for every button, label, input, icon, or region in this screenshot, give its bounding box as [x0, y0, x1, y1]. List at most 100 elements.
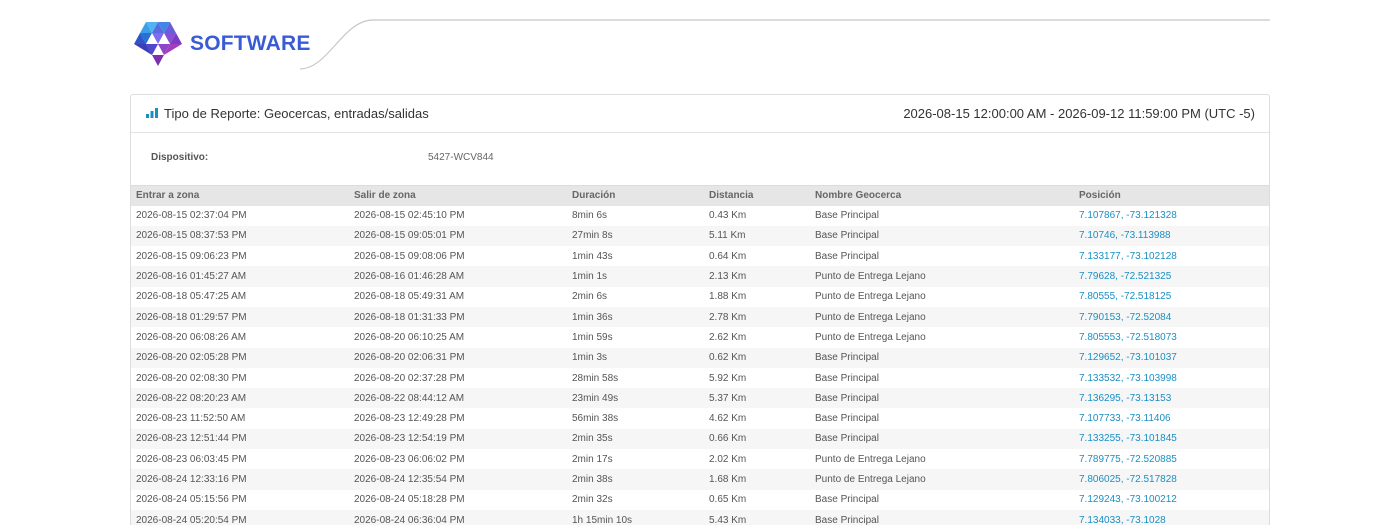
cell-geofence-name: Base Principal: [815, 250, 879, 262]
cell-distance: 0.62 Km: [704, 347, 810, 368]
col-header-distance[interactable]: Distancia: [704, 185, 810, 206]
cell-exit-zone: 2026-08-24 12:35:54 PM: [349, 469, 567, 490]
brand-logo[interactable]: SOFTWARE: [132, 20, 311, 68]
cell-enter-zone: 2026-08-15 08:37:53 PM: [131, 225, 349, 247]
cell-exit-zone: 2026-08-20 02:06:31 PM: [349, 347, 567, 368]
cell-distance: 0.65 Km: [709, 494, 747, 506]
cell-exit-zone: 2026-08-15 02:45:10 PM: [354, 210, 465, 222]
cell-duration: 2min 32s: [572, 494, 613, 506]
position-link[interactable]: 7.107733, -73.11406: [1074, 408, 1269, 428]
cell-duration: 27min 8s: [567, 225, 704, 247]
report-type-title: Tipo de Reporte: Geocercas, entradas/sal…: [164, 106, 429, 121]
cell-duration: 56min 38s: [572, 413, 619, 425]
page-header: SOFTWARE: [0, 0, 1400, 80]
position-link[interactable]: 7.806025, -72.517828: [1074, 469, 1269, 490]
cell-duration: 2min 17s: [572, 453, 613, 465]
cell-distance: 5.43 Km: [704, 509, 810, 525]
cell-distance: 0.43 Km: [709, 210, 747, 222]
cell-enter-zone: 2026-08-18 05:47:25 AM: [136, 291, 247, 303]
cell-geofence-name: Punto de Entrega Lejano: [810, 469, 1074, 490]
position-link[interactable]: 7.10746, -73.113988: [1074, 225, 1269, 247]
geofence-table: Entrar a zona Salir de zona Duración Dis…: [131, 185, 1269, 525]
cell-exit-zone: 2026-08-18 01:31:33 PM: [349, 306, 567, 328]
table-row: 2026-08-15 02:37:04 PM 2026-08-15 02:45:1…: [131, 206, 1269, 226]
cell-duration: 1min 3s: [567, 347, 704, 368]
cell-distance: 0.64 Km: [709, 250, 747, 262]
cell-enter-zone: 2026-08-24 12:33:16 PM: [131, 469, 349, 490]
cell-distance: 1.88 Km: [709, 291, 747, 303]
cell-geofence-name: Base Principal: [810, 225, 1074, 247]
col-header-enter-zone[interactable]: Entrar a zona: [131, 185, 349, 206]
cell-geofence-name: Base Principal: [815, 210, 879, 222]
position-link[interactable]: 7.133255, -73.101845: [1074, 428, 1269, 450]
report-date-range: 2026-08-15 12:00:00 AM - 2026-09-12 11:5…: [903, 106, 1255, 121]
position-link[interactable]: 7.133177, -73.102128: [1074, 246, 1269, 266]
cell-exit-zone: 2026-08-24 05:18:28 PM: [354, 494, 465, 506]
position-link[interactable]: 7.134033, -73.1028: [1074, 509, 1269, 525]
position-link[interactable]: 7.129652, -73.101037: [1074, 347, 1269, 368]
col-header-position[interactable]: Posición: [1074, 185, 1269, 206]
cell-exit-zone: 2026-08-24 06:36:04 PM: [349, 509, 567, 525]
table-body: 2026-08-15 02:37:04 PM 2026-08-15 02:45:1…: [131, 206, 1269, 525]
table-row: 2026-08-23 06:03:45 PM 2026-08-23 06:06:0…: [131, 449, 1269, 469]
report-panel-header: Tipo de Reporte: Geocercas, entradas/sal…: [131, 95, 1269, 133]
position-link[interactable]: 7.790153, -72.52084: [1074, 306, 1269, 328]
cell-geofence-name: Base Principal: [810, 428, 1074, 450]
cell-enter-zone: 2026-08-15 02:37:04 PM: [136, 210, 247, 222]
table-row: 2026-08-24 05:15:56 PM 2026-08-24 05:18:2…: [131, 490, 1269, 510]
cell-geofence-name: Punto de Entrega Lejano: [810, 266, 1074, 287]
cell-exit-zone: 2026-08-15 09:05:01 PM: [349, 225, 567, 247]
device-label: Dispositivo:: [151, 152, 209, 163]
cell-exit-zone: 2026-08-22 08:44:12 AM: [349, 388, 567, 409]
cell-duration: 2min 35s: [567, 428, 704, 450]
position-link[interactable]: 7.129243, -73.100212: [1074, 490, 1269, 510]
table-row: 2026-08-15 08:37:53 PM 2026-08-15 09:05:0…: [131, 225, 1269, 247]
cell-distance: 5.11 Km: [704, 225, 810, 247]
cell-distance: 2.13 Km: [704, 266, 810, 287]
cell-exit-zone: 2026-08-20 06:10:25 AM: [354, 331, 465, 343]
position-link[interactable]: 7.805553, -72.518073: [1074, 327, 1269, 347]
cell-distance: 4.62 Km: [709, 413, 747, 425]
table-row: 2026-08-20 02:05:28 PM 2026-08-20 02:06:3…: [131, 347, 1269, 368]
cell-distance: 2.02 Km: [709, 453, 747, 465]
table-row: 2026-08-20 06:08:26 AM 2026-08-20 06:10:2…: [131, 327, 1269, 347]
cell-enter-zone: 2026-08-23 06:03:45 PM: [136, 453, 247, 465]
cell-enter-zone: 2026-08-20 06:08:26 AM: [136, 331, 247, 343]
table-row: 2026-08-23 11:52:50 AM 2026-08-23 12:49:2…: [131, 408, 1269, 428]
col-header-exit-zone[interactable]: Salir de zona: [349, 185, 567, 206]
brand-name: SOFTWARE: [190, 32, 311, 55]
device-info-row: Dispositivo: 5427-WCV844: [131, 133, 1269, 185]
cell-exit-zone: 2026-08-15 09:08:06 PM: [354, 250, 465, 262]
position-link[interactable]: 7.136295, -73.13153: [1074, 388, 1269, 409]
cell-geofence-name: Punto de Entrega Lejano: [810, 306, 1074, 328]
cell-duration: 2min 6s: [572, 291, 608, 303]
cell-enter-zone: 2026-08-20 02:08:30 PM: [136, 372, 247, 384]
cell-geofence-name: Punto de Entrega Lejano: [815, 291, 926, 303]
report-panel: Tipo de Reporte: Geocercas, entradas/sal…: [130, 94, 1270, 525]
cell-exit-zone: 2026-08-23 06:06:02 PM: [354, 453, 465, 465]
cell-distance: 2.62 Km: [709, 331, 747, 343]
cell-enter-zone: 2026-08-15 09:06:23 PM: [136, 250, 247, 262]
col-header-geofence-name[interactable]: Nombre Geocerca: [810, 185, 1074, 206]
cell-distance: 1.68 Km: [704, 469, 810, 490]
col-header-duration[interactable]: Duración: [567, 185, 704, 206]
cell-enter-zone: 2026-08-24 05:15:56 PM: [136, 494, 247, 506]
device-value: 5427-WCV844: [428, 152, 494, 163]
table-row: 2026-08-24 05:20:54 PM 2026-08-24 06:36:0…: [131, 509, 1269, 525]
cell-enter-zone: 2026-08-20 02:05:28 PM: [131, 347, 349, 368]
cell-duration: 1min 1s: [567, 266, 704, 287]
position-link[interactable]: 7.107867, -73.121328: [1074, 206, 1269, 226]
table-row: 2026-08-22 08:20:23 AM 2026-08-22 08:44:1…: [131, 388, 1269, 409]
cell-geofence-name: Punto de Entrega Lejano: [815, 453, 926, 465]
header-curve-line: [299, 19, 1270, 70]
cell-geofence-name: Base Principal: [815, 494, 879, 506]
cell-exit-zone: 2026-08-18 05:49:31 AM: [354, 291, 465, 303]
position-link[interactable]: 7.79628, -72.521325: [1074, 266, 1269, 287]
position-link[interactable]: 7.789775, -72.520885: [1074, 449, 1269, 469]
table-row: 2026-08-18 01:29:57 PM 2026-08-18 01:31:3…: [131, 306, 1269, 328]
cell-exit-zone: 2026-08-23 12:54:19 PM: [349, 428, 567, 450]
cell-geofence-name: Base Principal: [810, 388, 1074, 409]
position-link[interactable]: 7.133532, -73.103998: [1074, 368, 1269, 388]
position-link[interactable]: 7.80555, -72.518125: [1074, 287, 1269, 307]
table-row: 2026-08-24 12:33:16 PM 2026-08-24 12:35:5…: [131, 469, 1269, 490]
